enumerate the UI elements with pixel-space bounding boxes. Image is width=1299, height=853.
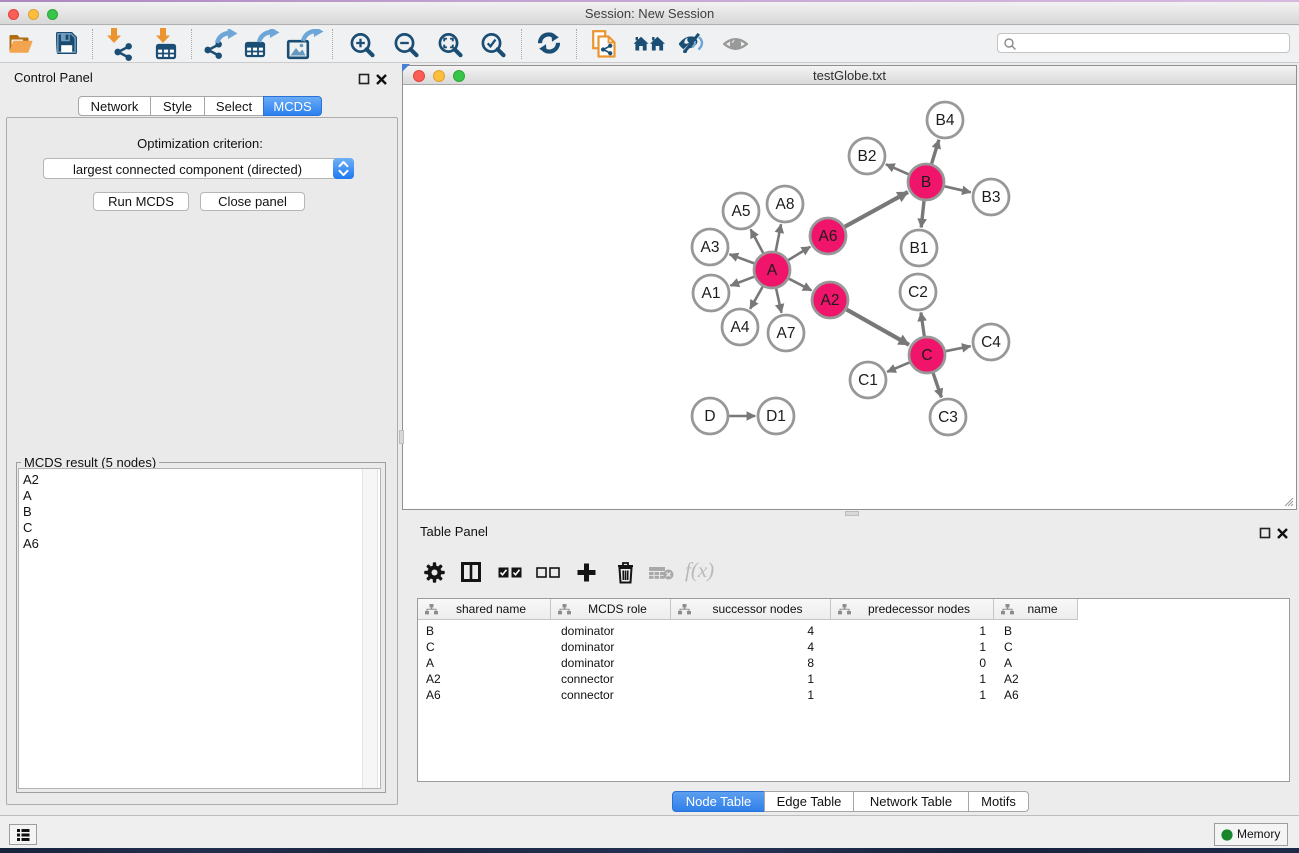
svg-text:A6: A6 <box>819 228 838 245</box>
svg-text:D: D <box>704 408 715 425</box>
svg-text:B2: B2 <box>858 148 877 165</box>
svg-text:B: B <box>921 174 931 191</box>
svg-text:C: C <box>921 347 932 364</box>
svg-text:D1: D1 <box>766 408 786 425</box>
svg-text:A3: A3 <box>701 239 720 256</box>
svg-text:C3: C3 <box>938 409 958 426</box>
svg-text:C2: C2 <box>908 284 928 301</box>
svg-text:A2: A2 <box>821 292 840 309</box>
svg-text:A1: A1 <box>702 285 721 302</box>
svg-text:A8: A8 <box>776 196 795 213</box>
svg-text:A4: A4 <box>731 319 750 336</box>
svg-text:B3: B3 <box>982 189 1001 206</box>
svg-text:C4: C4 <box>981 334 1001 351</box>
svg-text:A5: A5 <box>732 203 751 220</box>
svg-text:A7: A7 <box>777 325 796 342</box>
svg-text:A: A <box>767 262 778 279</box>
svg-text:C1: C1 <box>858 372 878 389</box>
svg-text:B4: B4 <box>936 112 955 129</box>
svg-text:B1: B1 <box>910 240 929 257</box>
